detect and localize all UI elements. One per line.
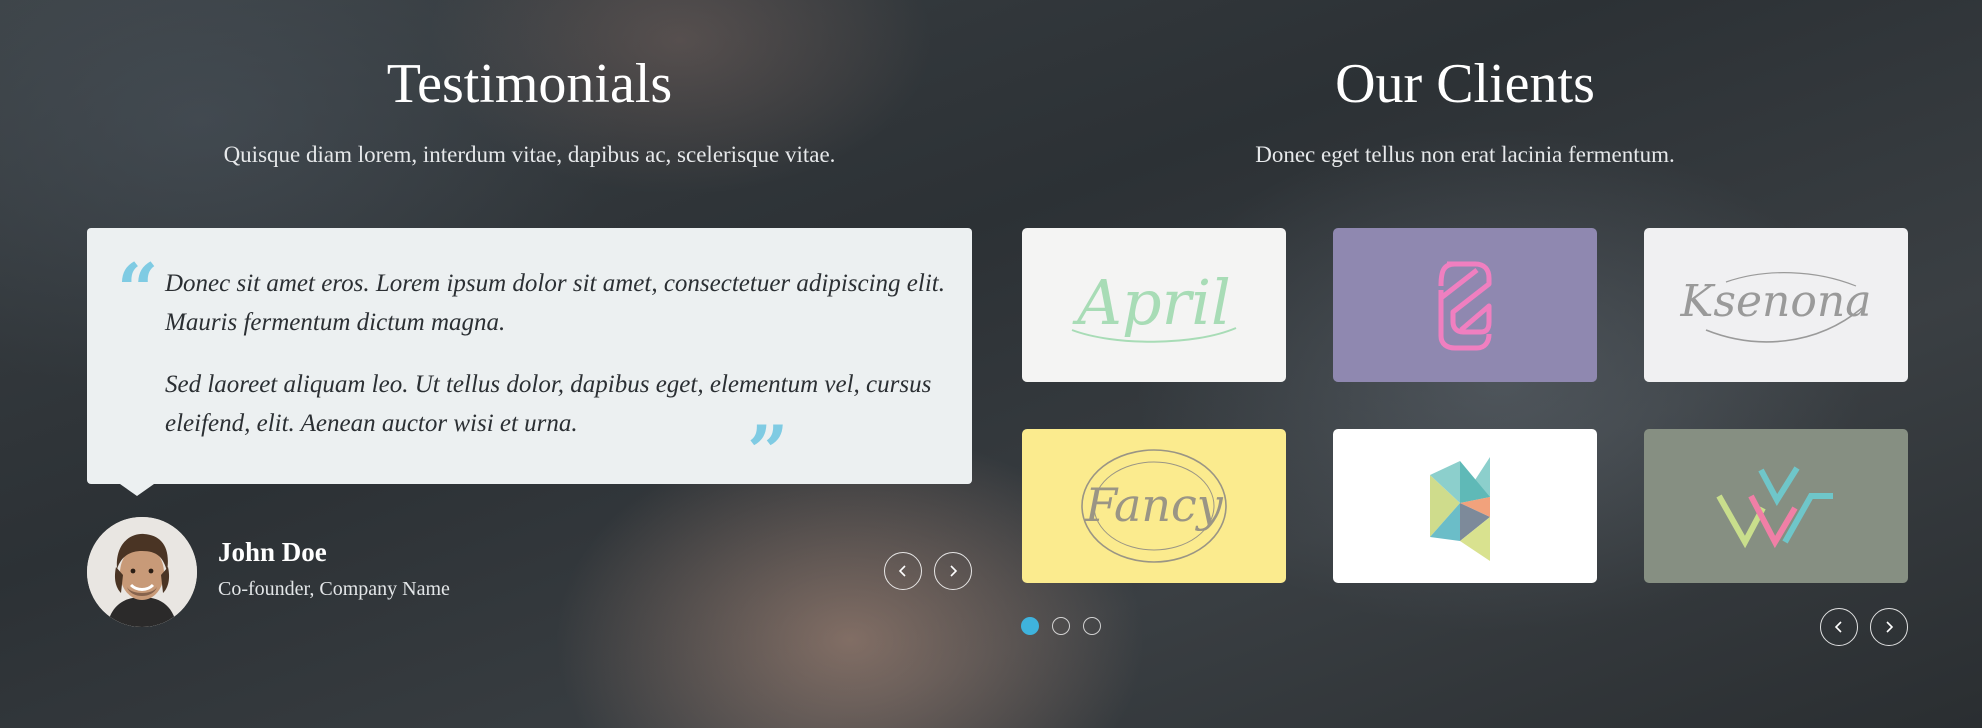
client-logo-ksenona[interactable]: Ksenona [1644,228,1908,382]
chevron-right-icon [1886,621,1894,633]
w-chevrons-icon [1716,466,1833,549]
testimonials-subtitle: Quisque diam lorem, interdum vitae, dapi… [223,142,836,167]
testimonial-next-button[interactable] [934,552,972,590]
chevron-right-icon [950,565,958,577]
s-monogram-icon [1438,261,1492,351]
clients-prev-button[interactable] [1820,608,1858,646]
pagination-dot[interactable] [1083,617,1101,635]
quote-paragraph: Sed laoreet aliquam leo. Ut tellus dolor… [165,371,932,437]
clients-next-button[interactable] [1870,608,1908,646]
april-logo: April [1071,266,1237,343]
k-geometric-icon [1430,457,1490,561]
quote-paragraph: Donec sit amet eros. Lorem ipsum dolor s… [165,270,945,336]
svg-text:Fancy: Fancy [1084,478,1224,532]
client-logo-k-mark[interactable] [1333,429,1597,583]
pagination-dot[interactable] [1052,617,1070,635]
client-logo-fancy[interactable]: Fancy [1022,429,1286,583]
testimonial-quote-box: “ Donec sit amet eros. Lorem ipsum dolor… [87,228,972,496]
chevron-left-icon [1834,621,1842,633]
client-logo-april[interactable]: April [1022,228,1286,382]
fancy-logo: Fancy [1081,449,1227,563]
testimonials-title: Testimonials [386,53,673,115]
author-role: Co-founder, Company Name [218,578,450,600]
svg-text:April: April [1072,266,1231,339]
testimonial-prev-button[interactable] [884,552,922,590]
client-logo-s-mark[interactable] [1333,228,1597,382]
pagination-dot-active[interactable] [1021,617,1039,635]
avatar [87,517,197,627]
ksenona-logo: Ksenona [1680,272,1872,343]
svg-text:Ksenona: Ksenona [1680,276,1872,327]
testimonial-quote-text: Donec sit amet eros. Lorem ipsum dolor s… [165,264,945,466]
client-logo-w-mark[interactable] [1644,429,1908,583]
open-quote-icon: “ [117,247,159,332]
clients-subtitle: Donec eget tellus non erat lacinia ferme… [1255,142,1675,167]
clients-title: Our Clients [1335,53,1595,115]
author-name: John Doe [218,537,327,567]
chevron-left-icon [898,565,906,577]
person-portrait-icon [87,517,197,627]
close-quote-icon: ” [747,409,789,494]
